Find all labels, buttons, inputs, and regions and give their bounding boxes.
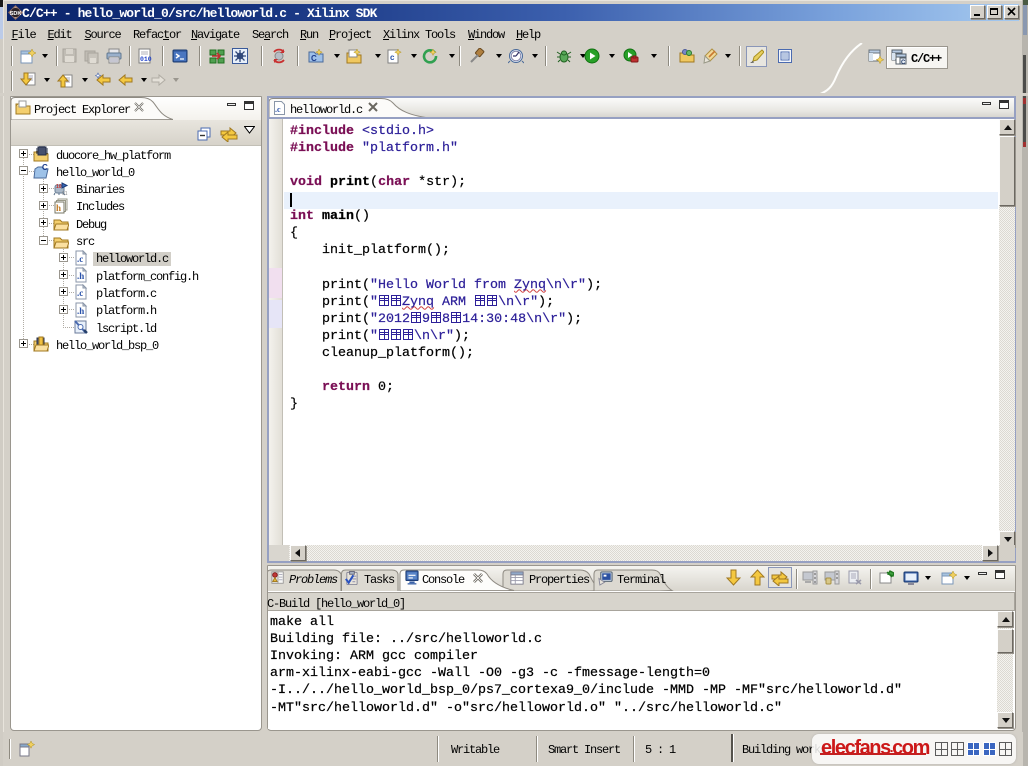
svg-text:C: C bbox=[901, 60, 906, 65]
svg-text:10: 10 bbox=[56, 184, 62, 190]
svg-text:.h: .h bbox=[77, 306, 84, 316]
svg-text:h: h bbox=[56, 203, 61, 213]
svg-text:010: 010 bbox=[140, 56, 152, 63]
svg-text:.c: .c bbox=[275, 105, 281, 114]
svg-text:SDK: SDK bbox=[10, 11, 22, 17]
svg-text:.c: .c bbox=[77, 254, 83, 264]
svg-text:.h: .h bbox=[77, 271, 84, 281]
svg-text:01: 01 bbox=[62, 191, 68, 197]
svg-text:.c: .c bbox=[77, 288, 83, 298]
svg-text:C: C bbox=[42, 163, 48, 172]
svg-text:C: C bbox=[311, 54, 317, 63]
svg-text:c: c bbox=[390, 53, 395, 62]
